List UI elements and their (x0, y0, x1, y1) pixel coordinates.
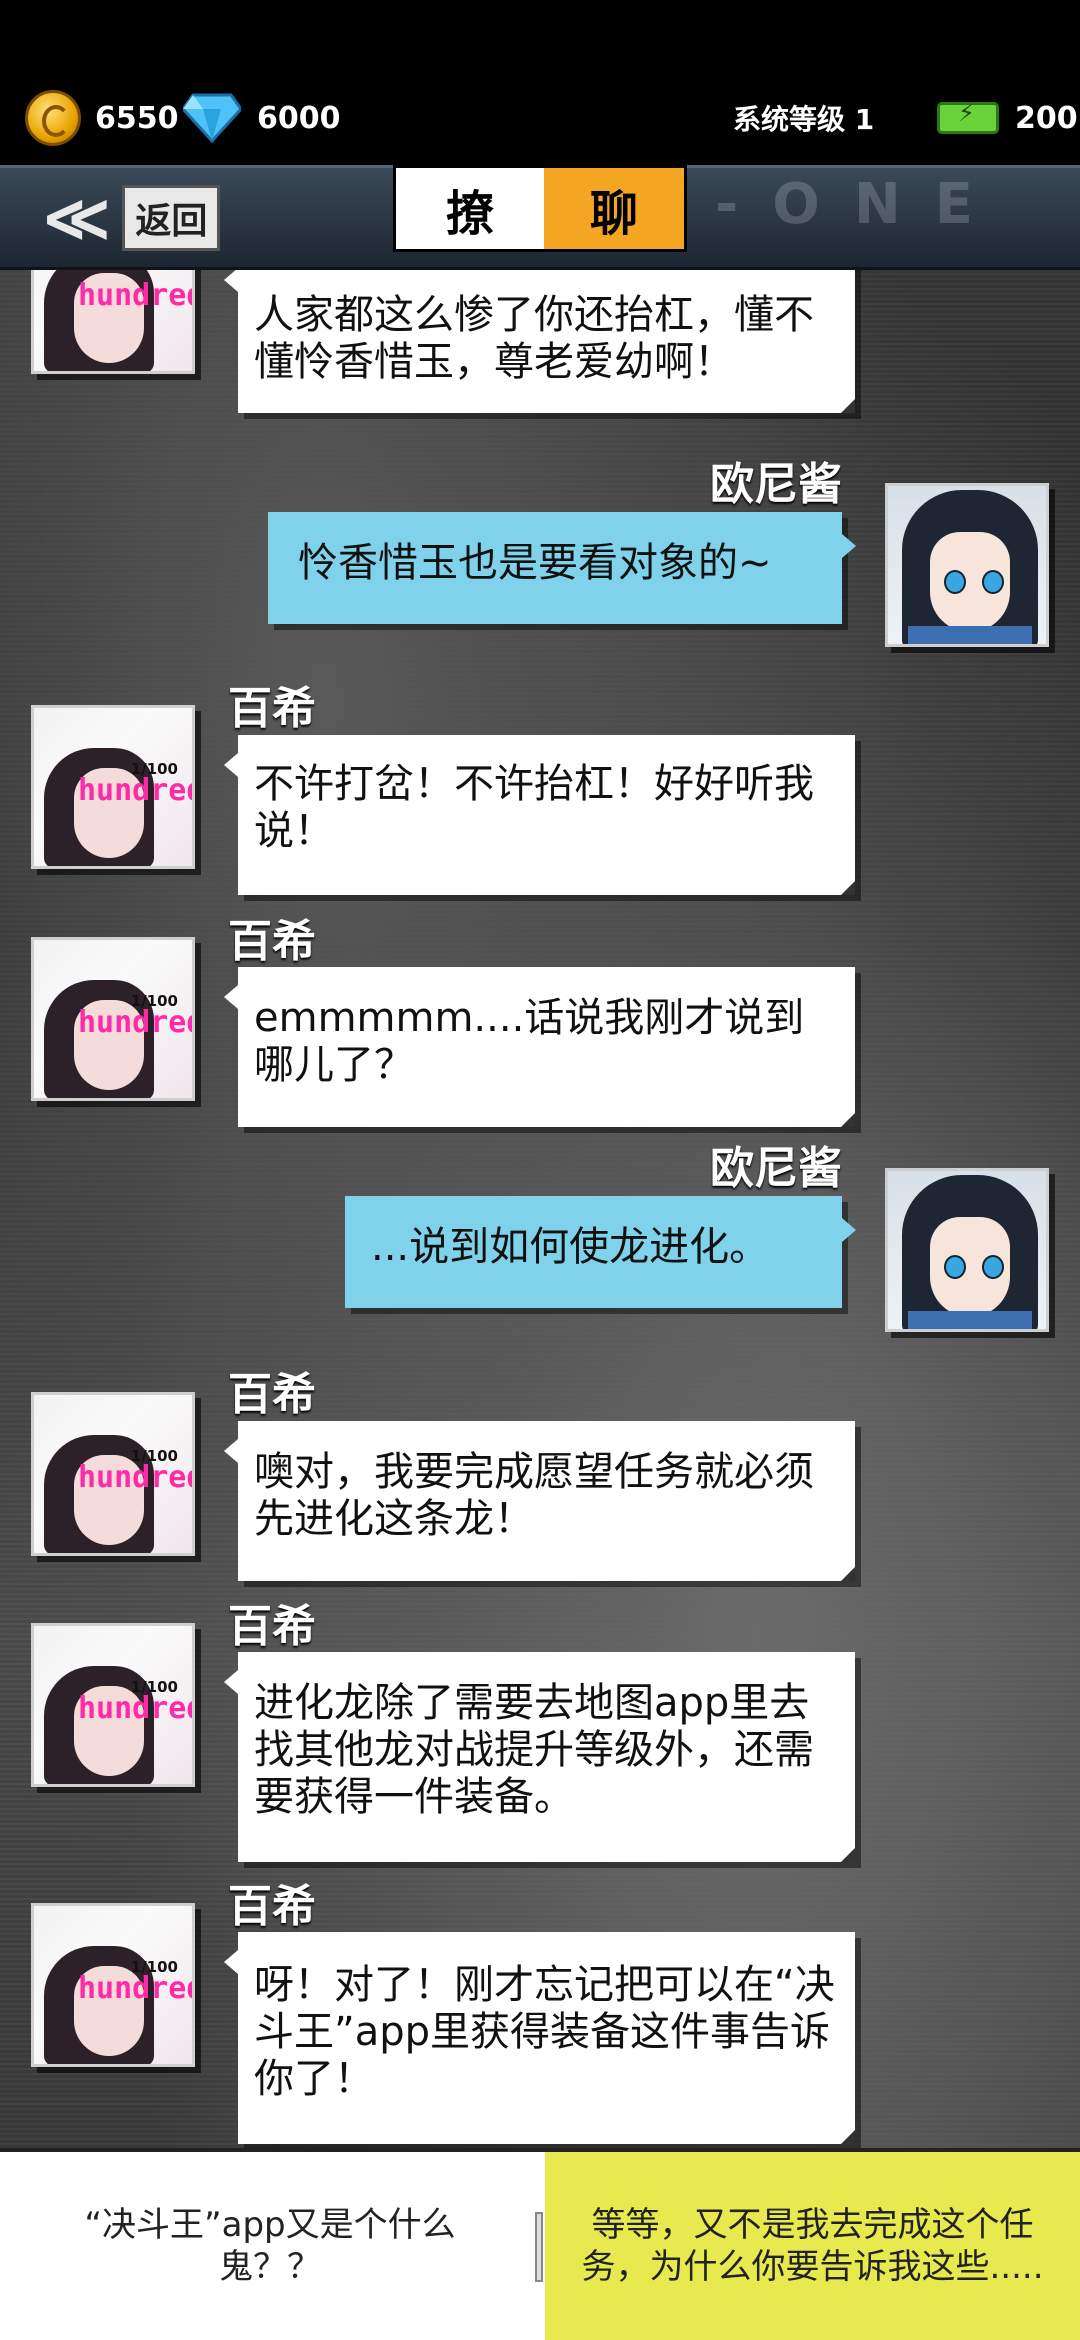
avatar-num: 1/100 (130, 1447, 178, 1465)
sender-name: 百希 (228, 1369, 316, 1420)
avatar-tag: hundredth (78, 1005, 192, 1040)
system-level: 系统等级 1 (733, 103, 875, 136)
baixi-avatar[interactable]: hundredth (31, 270, 195, 374)
sender-name: 百希 (228, 1881, 316, 1932)
oni-avatar[interactable] (885, 1168, 1049, 1332)
diamond-counter[interactable]: 6000 (183, 88, 341, 148)
message-bubble: 怜香惜玉也是要看对象的~ (268, 512, 856, 624)
avatar-tag: hundredth (78, 773, 192, 808)
baixi-avatar[interactable]: hundredth 1/100 (31, 1623, 195, 1787)
energy-value: 200 (1015, 100, 1078, 136)
choice-divider (535, 2212, 543, 2282)
header-deco-text: -ONE (715, 172, 1007, 237)
diamond-value: 6000 (257, 100, 341, 136)
sender-name: 百希 (228, 1601, 316, 1652)
back-button[interactable]: << 返回 (35, 175, 221, 260)
choice-option-1[interactable]: “决斗王”app又是个什么鬼？？ (0, 2152, 540, 2340)
message-bubble: 人家都这么惨了你还抬杠，懂不懂怜香惜玉，尊老爱幼啊！ (224, 270, 855, 413)
sender-name: 百希 (228, 916, 316, 967)
avatar-num: 1/100 (130, 1958, 178, 1976)
reply-choices: “决斗王”app又是个什么鬼？？ 等等，又不是我去完成这个任务，为什么你要告诉我… (0, 2148, 1080, 2340)
battery-icon (937, 99, 999, 134)
message-bubble: 进化龙除了需要去地图app里去找其他龙对战提升等级外，还需要获得一件装备。 (224, 1652, 855, 1862)
choice-option-2[interactable]: 等等，又不是我去完成这个任务，为什么你要告诉我这些..... (545, 2152, 1080, 2340)
avatar-num: 1/100 (130, 992, 178, 1010)
diamond-icon (183, 93, 241, 143)
sender-name: 欧尼酱 (710, 459, 842, 510)
coin-counter[interactable]: 6550 (25, 88, 179, 148)
avatar-tag: hundredth (78, 1971, 192, 2006)
title-left: 撩 (396, 168, 544, 249)
message-bubble: ...说到如何使龙进化。 (345, 1196, 856, 1308)
baixi-avatar[interactable]: hundredth 1/100 (31, 937, 195, 1101)
message-bubble: 呀！对了！刚才忘记把可以在“决斗王”app里获得装备这件事告诉你了！ (224, 1932, 855, 2144)
message-bubble: 不许打岔！不许抬杠！好好听我说！ (224, 735, 855, 895)
oni-avatar[interactable] (885, 483, 1049, 647)
energy-counter[interactable]: 200 (937, 88, 1078, 148)
back-label: 返回 (122, 184, 221, 251)
avatar-tag: hundredth (78, 1691, 192, 1726)
double-chevron-left-icon: << (41, 176, 113, 259)
avatar-num: 1/100 (130, 1678, 178, 1696)
chat-list[interactable]: hundredth 人家都这么惨了你还抬杠，懂不懂怜香惜玉，尊老爱幼啊！ 欧尼酱… (0, 270, 1080, 2148)
coin-icon (25, 90, 81, 146)
avatar-tag: hundredth (78, 1460, 192, 1495)
sender-name: 欧尼酱 (710, 1143, 842, 1194)
title-right: 聊 (544, 168, 684, 249)
baixi-avatar[interactable]: hundredth 1/100 (31, 705, 195, 869)
baixi-avatar[interactable]: hundredth 1/100 (31, 1392, 195, 1556)
baixi-avatar[interactable]: hundredth 1/100 (31, 1903, 195, 2067)
coin-value: 6550 (95, 100, 179, 136)
avatar-tag: hundredth (78, 278, 192, 313)
avatar-num: 1/100 (130, 760, 178, 778)
page-title: 撩 聊 (393, 165, 687, 252)
sender-name: 百希 (228, 683, 316, 734)
message-bubble: emmmmm....话说我刚才说到哪儿了？ (224, 967, 855, 1127)
message-bubble: 噢对，我要完成愿望任务就必须先进化这条龙！ (224, 1421, 855, 1581)
